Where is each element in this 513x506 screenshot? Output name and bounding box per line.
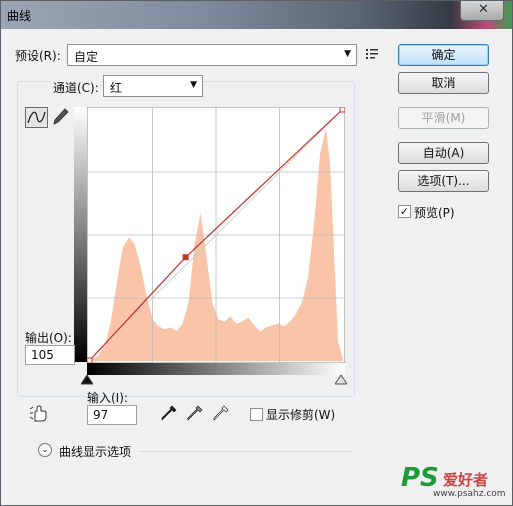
preview-label: 预览(P) (414, 206, 455, 220)
curve-tool-button[interactable] (25, 107, 48, 128)
channel-label: 通道(C): (51, 79, 101, 96)
pencil-tool-icon[interactable] (53, 108, 69, 126)
curve-display-options-label[interactable]: 曲线显示选项 (59, 443, 131, 460)
channel-select[interactable]: 红 ▼ (103, 75, 203, 97)
chevron-down-icon: ▼ (190, 80, 197, 90)
white-point-slider[interactable] (335, 375, 347, 385)
auto-button[interactable]: 自动(A) (398, 142, 489, 164)
close-button[interactable]: ✕ (460, 1, 504, 21)
output-gradient-bar (74, 107, 87, 362)
preview-checkbox[interactable]: ✓ (398, 205, 411, 218)
curve-tool-icon (27, 111, 46, 124)
watermark-logo: PS 爱好者 www.psahz.com (399, 463, 509, 503)
show-clipping-checkbox[interactable] (250, 408, 263, 421)
preset-select[interactable]: 自定 ▼ (67, 44, 357, 66)
close-icon: ✕ (478, 2, 489, 17)
expand-chevron-icon[interactable]: ⌄ (38, 443, 52, 457)
title-bar[interactable]: 曲线 ✕ (1, 1, 512, 29)
cancel-button[interactable]: 取消 (398, 72, 489, 94)
black-point-slider[interactable] (81, 375, 93, 385)
watermark-text: 爱好者 (443, 471, 489, 489)
smooth-button[interactable]: 平滑(M) (398, 107, 489, 129)
ok-button[interactable]: 确定 (398, 44, 489, 66)
curves-chart[interactable] (87, 107, 345, 363)
input-field[interactable]: 97 (87, 405, 137, 425)
preset-options-icon[interactable] (366, 48, 380, 60)
preset-label: 预设(R): (15, 49, 61, 63)
window-title: 曲线 (7, 9, 32, 23)
curve-control-point[interactable] (339, 107, 345, 113)
gray-eyedropper-icon[interactable] (187, 405, 203, 421)
watermark-url: www.psahz.com (433, 489, 506, 499)
output-field[interactable]: 105 (25, 345, 75, 365)
on-image-adjust-icon[interactable] (29, 405, 51, 423)
separator-line (139, 451, 353, 452)
black-eyedropper-icon[interactable] (161, 405, 177, 421)
input-label: 输入(I): (87, 391, 128, 405)
chevron-down-icon: ▼ (344, 49, 351, 59)
white-eyedropper-icon[interactable] (213, 405, 229, 421)
channel-value: 红 (110, 81, 123, 95)
input-gradient-bar (87, 363, 345, 375)
curves-dialog: 曲线 ✕ 预设(R): 自定 ▼ 确定 取消 平滑(M) 自动(A) 选项(T)… (0, 0, 513, 506)
curve-control-point[interactable] (182, 254, 189, 261)
output-label: 输出(O): (25, 331, 72, 345)
show-clipping-label: 显示修剪(W) (266, 408, 336, 422)
preset-value: 自定 (74, 50, 99, 64)
options-button[interactable]: 选项(T)... (398, 170, 489, 192)
